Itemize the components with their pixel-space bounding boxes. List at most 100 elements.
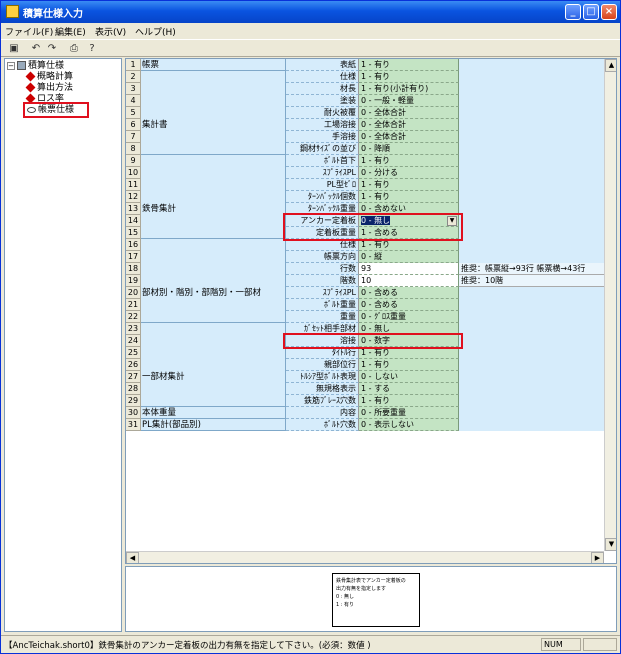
item-label: ﾎﾞﾙﾄ穴数 xyxy=(286,419,359,431)
redo-icon[interactable]: ↷ xyxy=(45,42,59,55)
value-cell[interactable]: 0 - 全体合計 xyxy=(359,119,459,131)
value-cell[interactable]: 1 - 有り xyxy=(359,191,459,203)
item-label: 耐火被覆 xyxy=(286,107,359,119)
value-cell[interactable]: 0 - 降順 xyxy=(359,143,459,155)
row-number[interactable]: 8 xyxy=(126,143,141,155)
row-number[interactable]: 2 xyxy=(126,71,141,83)
row-number[interactable]: 13 xyxy=(126,203,141,215)
value-cell[interactable]: 0 - 所要重量 xyxy=(359,407,459,419)
row-number[interactable]: 6 xyxy=(126,119,141,131)
minimize-icon[interactable]: _ xyxy=(565,4,581,20)
row-number[interactable]: 25 xyxy=(126,347,141,359)
group-cell xyxy=(141,59,286,71)
undo-icon[interactable]: ↶ xyxy=(29,42,43,55)
empty-cell xyxy=(459,239,604,251)
scroll-down-icon[interactable]: ▼ xyxy=(605,538,616,551)
tree-item-label: 算出方法 xyxy=(37,83,74,93)
row-number[interactable]: 19 xyxy=(126,275,141,287)
value-cell[interactable]: 0 - 全体合計 xyxy=(359,131,459,143)
collapse-icon[interactable]: − xyxy=(7,61,15,70)
row-number[interactable]: 11 xyxy=(126,179,141,191)
value-cell[interactable]: 1 - 有り xyxy=(359,395,459,407)
close-icon[interactable]: × xyxy=(601,4,617,20)
item-label: 材長 xyxy=(286,83,359,95)
row-number[interactable]: 21 xyxy=(126,299,141,311)
row-number[interactable]: 16 xyxy=(126,239,141,251)
row-number[interactable]: 29 xyxy=(126,395,141,407)
menu-help[interactable]: ヘルプ(H) xyxy=(135,25,176,38)
help-icon[interactable]: ? xyxy=(85,42,99,55)
row-number[interactable]: 26 xyxy=(126,359,141,371)
row-number[interactable]: 3 xyxy=(126,83,141,95)
empty-cell xyxy=(459,59,604,71)
value-cell[interactable]: 1 - する xyxy=(359,383,459,395)
row-number[interactable]: 14 xyxy=(126,215,141,227)
item-label: 内容 xyxy=(286,407,359,419)
tree-root[interactable]: − 積算仕様 xyxy=(7,61,64,71)
item-label: ﾎﾞﾙﾄ首下 xyxy=(286,155,359,167)
empty-cell xyxy=(459,323,604,335)
scroll-up-icon[interactable]: ▲ xyxy=(605,59,616,72)
settings-tree: − 積算仕様 概略計算 算出方法 ロス率 帳票仕様 xyxy=(4,58,122,632)
row-number[interactable]: 5 xyxy=(126,107,141,119)
status-pane xyxy=(583,638,617,651)
row-number[interactable]: 18 xyxy=(126,263,141,275)
menu-view[interactable]: 表示(V) xyxy=(95,25,126,38)
toolbar: ▣ ↶ ↷ ⎙ ? xyxy=(1,39,620,57)
row-number[interactable]: 10 xyxy=(126,167,141,179)
value-cell[interactable]: 0 - 一般・軽量 xyxy=(359,95,459,107)
value-cell[interactable]: 0 - 表示しない xyxy=(359,419,459,431)
row-number[interactable]: 31 xyxy=(126,419,141,431)
menu-file[interactable]: ファイル(F) xyxy=(5,25,53,38)
save-icon[interactable]: ▣ xyxy=(7,42,21,55)
value-cell[interactable]: 10 xyxy=(359,275,459,287)
scroll-left-icon[interactable]: ◀ xyxy=(126,552,139,563)
row-number[interactable]: 30 xyxy=(126,407,141,419)
row-number[interactable]: 24 xyxy=(126,335,141,347)
title-bar[interactable]: 積算仕様入力 _ □ × xyxy=(1,1,620,23)
property-grid: ▲ ▼ ◀ ▶ 1 表紙 1 - 有り 2 仕様 1 - 有り 3 材長 1 - 有り(小計有り… xyxy=(125,58,617,564)
horizontal-scrollbar[interactable]: ◀ ▶ xyxy=(126,551,604,563)
tree-item-overview[interactable]: 概略計算 xyxy=(25,71,73,82)
row-number[interactable]: 22 xyxy=(126,311,141,323)
menu-edit[interactable]: 編集(E) xyxy=(55,25,86,38)
row-number[interactable]: 17 xyxy=(126,251,141,263)
empty-cell xyxy=(459,155,604,167)
value-cell[interactable]: 0 - 縦 xyxy=(359,251,459,263)
row-number[interactable]: 20 xyxy=(126,287,141,299)
value-cell[interactable]: 1 - 有り xyxy=(359,179,459,191)
value-cell[interactable]: 0 - 含める xyxy=(359,299,459,311)
value-cell[interactable]: 1 - 有り xyxy=(359,71,459,83)
item-label: PL型ｾﾞﾛ xyxy=(286,179,359,191)
group-label: 集計書 xyxy=(142,120,168,130)
print-icon[interactable]: ⎙ xyxy=(67,42,81,55)
row-number[interactable]: 12 xyxy=(126,191,141,203)
value-cell[interactable]: 1 - 有り xyxy=(359,59,459,71)
row-number[interactable]: 27 xyxy=(126,371,141,383)
value-cell[interactable]: 1 - 有り xyxy=(359,359,459,371)
row-number[interactable]: 15 xyxy=(126,227,141,239)
value-cell[interactable]: 0 - 全体合計 xyxy=(359,107,459,119)
row-number[interactable]: 23 xyxy=(126,323,141,335)
value-cell[interactable]: 0 - 分ける xyxy=(359,167,459,179)
scroll-right-icon[interactable]: ▶ xyxy=(591,552,604,563)
value-cell[interactable]: 1 - 有り(小計有り) xyxy=(359,83,459,95)
group-cell xyxy=(141,71,286,155)
row-number[interactable]: 9 xyxy=(126,155,141,167)
empty-cell xyxy=(459,179,604,191)
group-label: PL集計(部品別) xyxy=(142,420,201,430)
value-cell[interactable]: 0 - しない xyxy=(359,371,459,383)
value-cell[interactable]: 0 - ｸﾞﾛｽ重量 xyxy=(359,311,459,323)
row-number[interactable]: 7 xyxy=(126,131,141,143)
empty-cell xyxy=(459,407,604,419)
vertical-scrollbar[interactable]: ▲ ▼ xyxy=(604,59,616,551)
tree-item-method[interactable]: 算出方法 xyxy=(25,82,74,93)
item-label: ｽﾌﾟﾗｲｽPL xyxy=(286,167,359,179)
value-cell[interactable]: 93 xyxy=(359,263,459,275)
value-cell[interactable]: 0 - 含める xyxy=(359,287,459,299)
row-number[interactable]: 4 xyxy=(126,95,141,107)
row-number[interactable]: 28 xyxy=(126,383,141,395)
value-cell[interactable]: 1 - 有り xyxy=(359,155,459,167)
row-number[interactable]: 1 xyxy=(126,59,141,71)
maximize-icon[interactable]: □ xyxy=(583,4,599,20)
